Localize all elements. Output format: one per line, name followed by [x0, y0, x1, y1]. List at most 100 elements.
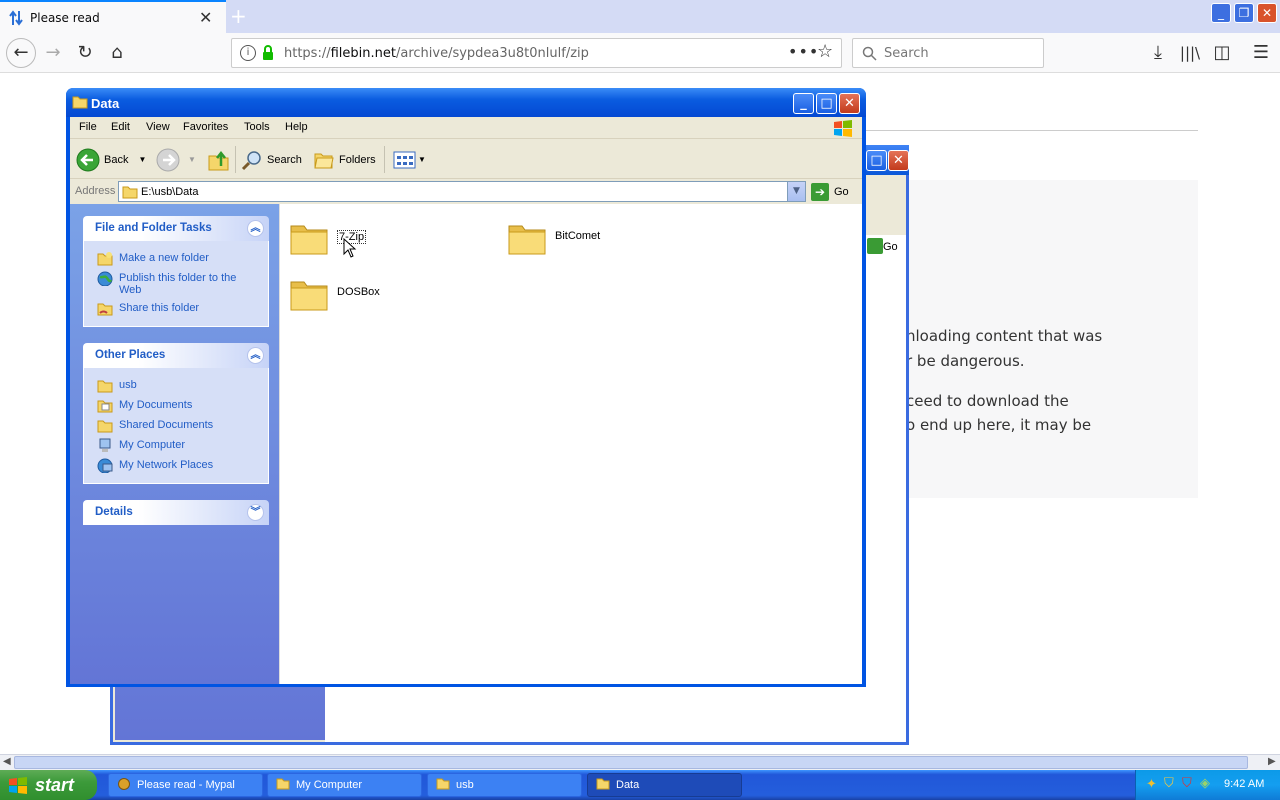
file-folder-tasks-panel: File and Folder Tasks ︽ Make a new folde…	[83, 216, 269, 328]
library-icon[interactable]: |||\	[1179, 42, 1201, 64]
lock-icon	[263, 45, 273, 60]
minimize-window-button[interactable]: _	[1211, 3, 1231, 23]
panel-header[interactable]: Details ︾	[83, 500, 269, 525]
panel-header[interactable]: File and Folder Tasks ︽	[83, 216, 269, 241]
back-button[interactable]: Back ▼	[76, 140, 146, 179]
up-folder-button[interactable]	[207, 140, 231, 179]
background-close-button[interactable]: ✕	[888, 150, 909, 171]
menu-bar: File Edit View Favorites Tools Help	[70, 117, 862, 139]
place-my-documents-link[interactable]: My Documents	[84, 396, 270, 416]
system-tray: ✦ ⛉ ⛉ ◈ 9:42 AM	[1135, 770, 1280, 800]
scrollbar-thumb[interactable]	[14, 756, 1248, 769]
collapse-chevron-icon[interactable]: ︽	[247, 220, 264, 237]
background-maximize-button[interactable]: □	[866, 150, 887, 171]
back-icon	[76, 148, 100, 171]
info-icon[interactable]: i	[240, 45, 256, 61]
collapse-chevron-icon[interactable]: ︽	[247, 347, 264, 364]
forward-arrow-icon[interactable]: →	[42, 42, 64, 64]
background-go-label[interactable]: Go	[883, 241, 898, 253]
taskbar-item-usb[interactable]: usb	[427, 773, 582, 797]
explorer-window[interactable]: Data _ □ ✕ File Edit View Favorites Tool…	[66, 88, 866, 687]
dropdown-arrow-icon[interactable]: ▼	[418, 155, 426, 164]
publish-to-web-link[interactable]: Publish this folder to the Web	[84, 269, 270, 296]
address-bar: Address E:\usb\Data ▼ ➔ Go	[70, 180, 862, 204]
panel-body: Make a new folder Publish this folder to…	[83, 241, 269, 327]
computer-icon	[99, 438, 111, 452]
search-input[interactable]: Search	[852, 38, 1044, 68]
views-icon	[393, 151, 416, 168]
place-network-link[interactable]: My Network Places	[84, 456, 270, 476]
close-button[interactable]: ✕	[839, 93, 860, 114]
close-window-button[interactable]: ✕	[1257, 3, 1277, 23]
url-bar[interactable]: i https://filebin.net/archive/sypdea3u8t…	[231, 38, 842, 68]
page-actions-icon[interactable]: •••	[788, 42, 819, 61]
folder-view: 7-Zip BitComet DOSBox	[279, 204, 862, 684]
menu-file[interactable]: File	[79, 121, 97, 133]
menu-icon[interactable]: ☰	[1250, 42, 1272, 64]
mouse-cursor-icon	[343, 238, 357, 258]
go-button[interactable]: Go	[834, 186, 849, 198]
taskbar-item-data[interactable]: Data	[587, 773, 742, 797]
place-usb-link[interactable]: usb	[84, 376, 270, 396]
bookmark-star-icon[interactable]: ☆	[817, 41, 833, 62]
background-go-icon[interactable]	[867, 238, 883, 254]
menu-view[interactable]: View	[146, 121, 170, 133]
expand-chevron-icon[interactable]: ︾	[247, 504, 264, 521]
explorer-titlebar[interactable]: Data _ □ ✕	[66, 88, 866, 117]
home-icon[interactable]: ⌂	[106, 42, 128, 64]
menu-edit[interactable]: Edit	[111, 121, 130, 133]
place-shared-documents-link[interactable]: Shared Documents	[84, 416, 270, 436]
sidebar-icon[interactable]: ◫	[1211, 42, 1233, 64]
folders-button[interactable]: Folders	[313, 140, 376, 179]
separator	[384, 146, 385, 173]
security-shield-icon[interactable]: ⛉	[1164, 776, 1174, 791]
restore-window-button[interactable]: ❐	[1234, 3, 1254, 23]
place-my-computer-link[interactable]: My Computer	[84, 436, 270, 456]
folder-icon	[436, 778, 450, 790]
folder-item[interactable]: BitComet	[507, 218, 707, 262]
folder-item[interactable]: 7-Zip	[289, 218, 489, 262]
tab-title: Please read	[30, 11, 100, 25]
back-label: Back	[104, 153, 129, 166]
minimize-button[interactable]: _	[793, 93, 814, 114]
browser-tab[interactable]: Please read ✕	[0, 0, 226, 33]
network-tray-icon[interactable]: ✦	[1146, 777, 1157, 792]
folder-name: BitComet	[555, 230, 601, 242]
alert-shield-icon[interactable]: ⛉	[1182, 776, 1192, 791]
start-button[interactable]: start	[0, 770, 97, 800]
dropdown-arrow-icon[interactable]: ▼	[138, 155, 146, 164]
taskbar-item-browser[interactable]: Please read - Mypal	[108, 773, 263, 797]
panel-header[interactable]: Other Places ︽	[83, 343, 269, 368]
browser-nav-bar: ← → ↻ ⌂ i https://filebin.net/archive/sy…	[0, 33, 1280, 73]
url-text: https://filebin.net/archive/sypdea3u8t0n…	[284, 46, 589, 61]
address-field[interactable]: E:\usb\Data ▼	[118, 181, 806, 202]
magnifier-icon	[241, 150, 261, 170]
taskbar-item-my-computer[interactable]: My Computer	[267, 773, 422, 797]
download-icon[interactable]: ⤓	[1147, 42, 1169, 64]
views-button[interactable]: ▼	[393, 140, 426, 179]
menu-tools[interactable]: Tools	[244, 121, 270, 133]
connection-tray-icon[interactable]: ◈	[1200, 776, 1210, 791]
make-new-folder-link[interactable]: Make a new folder	[84, 249, 270, 269]
scroll-left-icon[interactable]: ◀	[3, 756, 11, 767]
forward-button[interactable]: ▼	[156, 140, 196, 179]
menu-help[interactable]: Help	[285, 121, 308, 133]
back-arrow-icon[interactable]: ←	[6, 38, 36, 68]
warning-text-line: ceed to download the	[906, 392, 1069, 410]
documents-folder-icon	[97, 400, 113, 413]
browser-icon	[118, 778, 130, 790]
go-arrow-icon[interactable]: ➔	[811, 183, 829, 201]
close-tab-icon[interactable]: ✕	[199, 8, 212, 27]
reload-icon[interactable]: ↻	[74, 42, 96, 64]
menu-favorites[interactable]: Favorites	[183, 121, 228, 133]
folder-item[interactable]: DOSBox	[289, 274, 489, 318]
scroll-right-icon[interactable]: ▶	[1268, 756, 1276, 767]
share-folder-link[interactable]: Share this folder	[84, 299, 270, 319]
horizontal-scrollbar[interactable]: ◀ ▶	[0, 754, 1280, 770]
new-tab-icon[interactable]: +	[230, 4, 247, 28]
search-button[interactable]: Search	[241, 140, 302, 179]
address-dropdown-icon[interactable]: ▼	[787, 182, 805, 201]
dropdown-arrow-icon[interactable]: ▼	[188, 155, 196, 164]
folder-icon	[97, 380, 113, 393]
maximize-button[interactable]: □	[816, 93, 837, 114]
